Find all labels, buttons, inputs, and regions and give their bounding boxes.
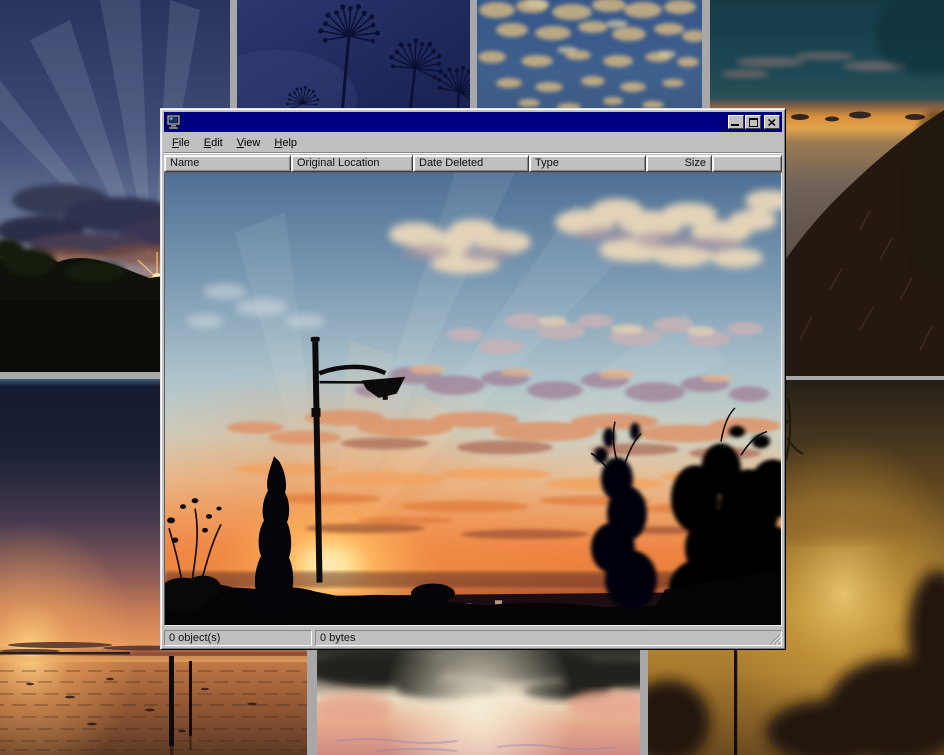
menu-file[interactable]: File bbox=[165, 135, 197, 151]
status-size-text: 0 bytes bbox=[320, 632, 355, 644]
column-header-original-location[interactable]: Original Location bbox=[291, 155, 413, 172]
client-photo-street-lamp-sunset bbox=[165, 173, 781, 625]
menu-edit[interactable]: Edit bbox=[197, 135, 230, 151]
status-size: 0 bytes bbox=[315, 630, 782, 646]
column-header-blank[interactable] bbox=[712, 155, 782, 172]
minimize-icon bbox=[731, 124, 739, 126]
column-header-type[interactable]: Type bbox=[529, 155, 646, 172]
close-button[interactable] bbox=[764, 115, 780, 129]
resize-grip-icon[interactable] bbox=[768, 632, 781, 645]
status-object-count: 0 object(s) bbox=[164, 630, 312, 646]
title-bar[interactable] bbox=[164, 112, 782, 132]
minimize-button[interactable] bbox=[728, 115, 744, 129]
menu-view[interactable]: View bbox=[230, 135, 268, 151]
status-bar: 0 object(s) 0 bytes bbox=[164, 628, 782, 646]
column-header-row: Name Original Location Date Deleted Type… bbox=[164, 155, 782, 172]
column-header-name[interactable]: Name bbox=[164, 155, 291, 172]
menu-bar: File Edit View Help bbox=[164, 132, 782, 153]
close-icon bbox=[768, 119, 776, 126]
menu-help[interactable]: Help bbox=[267, 135, 304, 151]
column-header-size[interactable]: Size bbox=[646, 155, 712, 172]
maximize-icon bbox=[749, 118, 758, 127]
desktop-wallpaper[interactable]: File Edit View Help Name Original Locati… bbox=[0, 0, 944, 755]
list-view-area[interactable] bbox=[164, 172, 782, 626]
recycle-bin-window: File Edit View Help Name Original Locati… bbox=[160, 108, 786, 650]
maximize-button[interactable] bbox=[745, 115, 761, 129]
computer-icon[interactable] bbox=[166, 114, 182, 130]
column-header-date-deleted[interactable]: Date Deleted bbox=[413, 155, 529, 172]
